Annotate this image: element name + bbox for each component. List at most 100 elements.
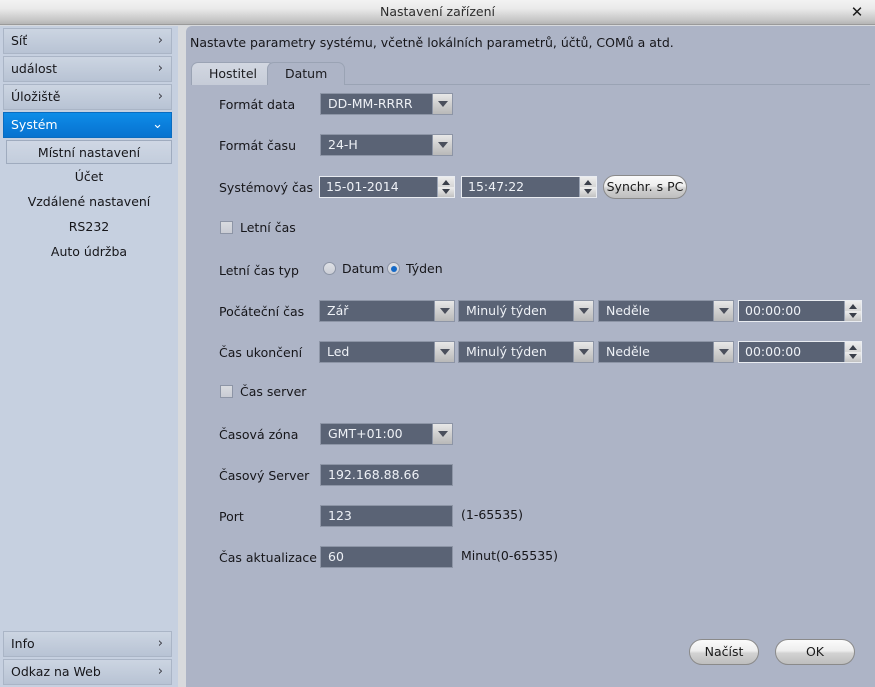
dst-type-radio-tyden[interactable] <box>387 262 400 275</box>
chevron-down-icon[interactable] <box>573 301 593 321</box>
date-format-value: DD-MM-RRRR <box>328 96 413 111</box>
row-end-time: Čas ukončení Led Minulý týden Neděle 00:… <box>186 334 875 375</box>
start-month-value: Zář <box>327 303 349 318</box>
sync-with-pc-button[interactable]: Synchr. s PC <box>603 175 687 199</box>
dst-enable-label[interactable]: Letní čas <box>240 220 296 236</box>
sidebar-item-remote-settings[interactable]: Vzdálené nastavení <box>6 190 172 214</box>
port-input[interactable]: 123 <box>320 505 453 527</box>
timezone-select[interactable]: GMT+01:00 <box>320 423 453 445</box>
row-time-server: Časový Server 192.168.88.66 <box>186 457 875 498</box>
sidebar-item-event[interactable]: událost › <box>3 56 172 82</box>
chevron-down-icon[interactable] <box>573 342 593 362</box>
row-dst-type: Letní čas typ Datum Týden <box>186 252 875 293</box>
system-time-label: Systémový čas <box>219 180 314 195</box>
update-time-input[interactable]: 60 <box>320 546 453 568</box>
system-clock-value: 15:47:22 <box>468 179 525 194</box>
timezone-value: GMT+01:00 <box>328 426 403 441</box>
dst-enable-checkbox[interactable] <box>220 221 233 234</box>
sidebar-item-account[interactable]: Účet <box>6 165 172 189</box>
title-bar: Nastavení zařízení ✕ <box>0 0 875 25</box>
row-time-format: Formát času 24-H <box>186 128 875 170</box>
chevron-down-icon[interactable] <box>432 94 452 114</box>
end-clock-spinner-buttons[interactable] <box>844 342 861 362</box>
row-ntp-enable: Čas server <box>186 375 875 416</box>
dst-type-label-datum[interactable]: Datum <box>342 261 384 277</box>
start-week-select[interactable]: Minulý týden <box>458 300 594 322</box>
system-date-value: 15-01-2014 <box>326 179 399 194</box>
time-server-value: 192.168.88.66 <box>328 467 420 482</box>
chevron-down-icon[interactable] <box>434 342 454 362</box>
start-week-value: Minulý týden <box>466 303 547 318</box>
date-format-select[interactable]: DD-MM-RRRR <box>320 93 453 115</box>
port-range-hint: (1-65535) <box>461 507 523 522</box>
sidebar-item-system[interactable]: Systém ⌄ <box>3 112 172 138</box>
end-week-value: Minulý týden <box>466 344 547 359</box>
end-clock-input[interactable]: 00:00:00 <box>738 341 862 363</box>
ntp-enable-checkbox[interactable] <box>220 385 233 398</box>
date-settings-form: Formát data DD-MM-RRRR Formát času 24-H … <box>186 88 875 580</box>
port-value: 123 <box>328 508 352 523</box>
tab-hostitel[interactable]: Hostitel <box>191 62 275 85</box>
sidebar-bottom-nav: Info › Odkaz na Web › <box>0 629 178 687</box>
chevron-down-icon[interactable] <box>434 301 454 321</box>
sidebar-item-rs232[interactable]: RS232 <box>6 215 172 239</box>
row-dst-enable: Letní čas <box>186 212 875 252</box>
dst-type-label: Letní čas typ <box>219 263 299 278</box>
dst-type-label-tyden[interactable]: Týden <box>406 261 443 277</box>
tab-datum[interactable]: Datum <box>267 62 346 85</box>
sidebar-item-network[interactable]: Síť › <box>3 28 172 54</box>
update-time-range-hint: Minut(0-65535) <box>461 548 558 563</box>
system-clock-input[interactable]: 15:47:22 <box>461 176 597 198</box>
end-month-value: Led <box>327 344 350 359</box>
update-time-label: Čas aktualizace <box>219 550 317 565</box>
sidebar-item-web-link[interactable]: Odkaz na Web › <box>3 659 172 685</box>
end-day-select[interactable]: Neděle <box>598 341 734 363</box>
start-month-select[interactable]: Zář <box>319 300 455 322</box>
start-clock-value: 00:00:00 <box>745 303 802 318</box>
chevron-down-icon[interactable] <box>713 342 733 362</box>
start-clock-input[interactable]: 00:00:00 <box>738 300 862 322</box>
ntp-enable-label[interactable]: Čas server <box>240 384 306 400</box>
sidebar-item-label: Systém <box>11 117 58 132</box>
end-time-label: Čas ukončení <box>219 345 303 360</box>
start-clock-spinner-buttons[interactable] <box>844 301 861 321</box>
chevron-down-icon: ⌄ <box>152 117 163 132</box>
chevron-down-icon[interactable] <box>713 301 733 321</box>
row-start-time: Počáteční čas Zář Minulý týden Neděle 00… <box>186 293 875 334</box>
time-server-input[interactable]: 192.168.88.66 <box>320 464 453 486</box>
sidebar-item-label: Info <box>11 636 35 651</box>
system-date-input[interactable]: 15-01-2014 <box>319 176 455 198</box>
port-label: Port <box>219 509 244 524</box>
chevron-right-icon: › <box>157 33 163 48</box>
sidebar-item-storage[interactable]: Úložiště › <box>3 84 172 110</box>
end-week-select[interactable]: Minulý týden <box>458 341 594 363</box>
device-settings-window: Nastavení zařízení ✕ Síť › událost › Úlo… <box>0 0 875 687</box>
load-button[interactable]: Načíst <box>689 639 759 665</box>
end-clock-value: 00:00:00 <box>745 344 802 359</box>
end-month-select[interactable]: Led <box>319 341 455 363</box>
sidebar-top-nav: Síť › událost › Úložiště › Systém ⌄ Míst… <box>0 26 178 265</box>
ok-button[interactable]: OK <box>775 639 855 665</box>
chevron-right-icon: › <box>157 636 163 651</box>
row-date-format: Formát data DD-MM-RRRR <box>186 88 875 128</box>
date-spinner-buttons[interactable] <box>437 177 454 197</box>
dst-type-radio-datum[interactable] <box>323 262 336 275</box>
sidebar-item-label: Síť <box>11 33 28 48</box>
panel-description: Nastavte parametry systému, včetně lokál… <box>190 35 674 50</box>
sidebar-item-label: Úložiště <box>11 89 61 104</box>
chevron-down-icon[interactable] <box>432 424 452 444</box>
sidebar-item-label: událost <box>11 61 58 76</box>
row-system-time: Systémový čas 15-01-2014 15:47:22 Synchr… <box>186 170 875 212</box>
start-day-select[interactable]: Neděle <box>598 300 734 322</box>
chevron-right-icon: › <box>157 89 163 104</box>
chevron-down-icon[interactable] <box>432 135 452 155</box>
time-format-select[interactable]: 24-H <box>320 134 453 156</box>
sidebar-item-auto-maintenance[interactable]: Auto údržba <box>6 240 172 264</box>
time-spinner-buttons[interactable] <box>579 177 596 197</box>
start-time-label: Počáteční čas <box>219 304 305 319</box>
sidebar-item-local-settings[interactable]: Místní nastavení <box>6 140 172 164</box>
time-format-value: 24-H <box>328 137 358 152</box>
sidebar-item-info[interactable]: Info › <box>3 631 172 657</box>
date-format-label: Formát data <box>219 97 296 112</box>
close-icon[interactable]: ✕ <box>847 3 867 22</box>
